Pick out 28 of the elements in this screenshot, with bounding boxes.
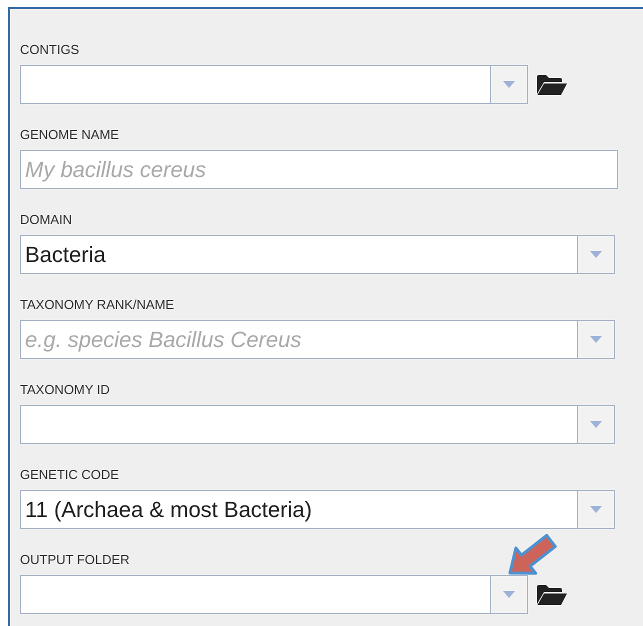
field-label: GENETIC CODE (20, 466, 119, 484)
field-label: DOMAIN (20, 211, 72, 229)
dropdown-field[interactable] (20, 65, 491, 104)
field-label: CONTIGS (20, 41, 80, 59)
dropdown-field[interactable]: e.g. species Bacillus Cereus (20, 320, 578, 359)
dropdown-field[interactable] (20, 405, 578, 444)
caret-icon (503, 591, 515, 598)
folder-icon[interactable] (536, 74, 568, 96)
caret-icon (590, 251, 602, 258)
dropdown-button[interactable] (491, 65, 528, 104)
dropdown-field[interactable]: 11 (Archaea & most Bacteria) (20, 490, 578, 529)
field-label: GENOME NAME (20, 126, 119, 144)
caret-icon (590, 336, 602, 343)
folder-icon[interactable] (536, 584, 568, 606)
input-field[interactable]: My bacillus cereus (20, 150, 618, 189)
dropdown-button[interactable] (578, 235, 615, 274)
dropdown-field[interactable]: Bacteria (20, 235, 578, 274)
dropdown-button[interactable] (578, 320, 615, 359)
field-label: TAXONOMY ID (20, 381, 110, 399)
dropdown-button[interactable] (491, 575, 528, 614)
dropdown-field[interactable] (20, 575, 491, 614)
field-label: OUTPUT FOLDER (20, 551, 130, 569)
dropdown-button[interactable] (578, 405, 615, 444)
dropdown-button[interactable] (578, 490, 615, 529)
caret-icon (590, 506, 602, 513)
caret-icon (590, 421, 602, 428)
field-label: TAXONOMY RANK/NAME (20, 296, 174, 314)
caret-icon (503, 81, 515, 88)
